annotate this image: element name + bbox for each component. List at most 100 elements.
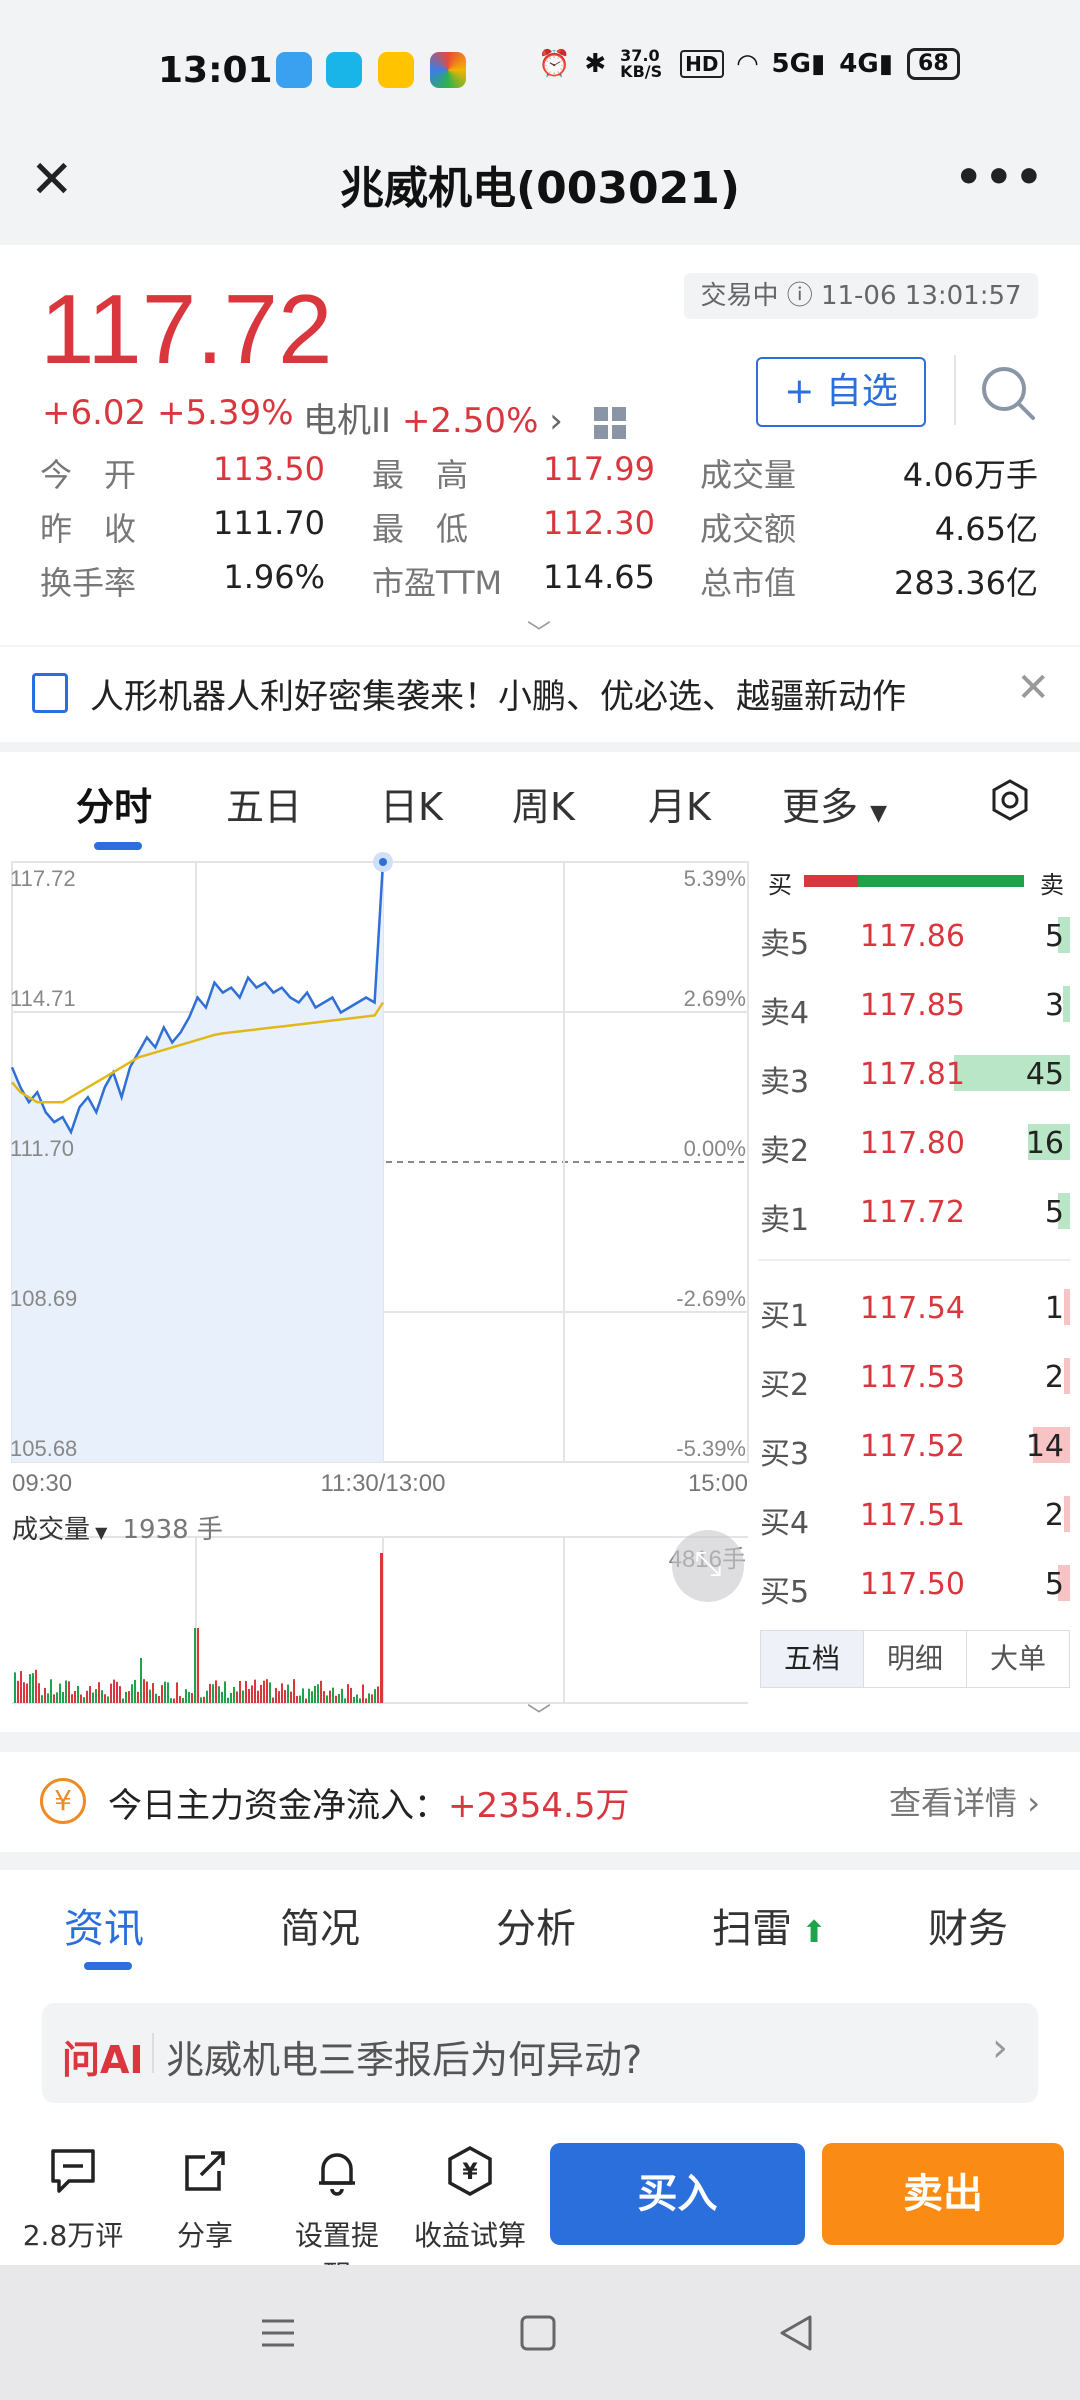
bid-row[interactable]: 买1 117.54 1 bbox=[758, 1279, 1070, 1339]
price-tick-label: 108.69 bbox=[10, 1286, 77, 1311]
volume-bar bbox=[158, 1695, 160, 1703]
volume-bar bbox=[344, 1698, 346, 1703]
back-icon[interactable] bbox=[776, 2313, 816, 2353]
tab-weekly-k[interactable]: 周K bbox=[512, 776, 575, 831]
buy-sell-ratio-bar: 买 卖 bbox=[758, 867, 1070, 899]
alarm-icon: ⏰ bbox=[538, 49, 571, 79]
volume-bar bbox=[323, 1691, 325, 1703]
volume-bar bbox=[50, 1679, 52, 1703]
chevron-right-icon: › bbox=[1027, 1784, 1040, 1822]
time-tick-label: 11:30/13:00 bbox=[320, 1470, 446, 1497]
tab-news[interactable]: 资讯 bbox=[64, 1896, 144, 1954]
fund-flow-row[interactable]: ¥ 今日主力资金净流入：+2354.5万 查看详情 › bbox=[0, 1752, 1080, 1852]
volume-bar bbox=[242, 1690, 244, 1703]
price-tick-label: 105.68 bbox=[10, 1436, 77, 1461]
level-label: 卖4 bbox=[760, 996, 810, 1031]
volume-bar bbox=[362, 1684, 364, 1703]
ask-row[interactable]: 卖4 117.85 3 bbox=[758, 976, 1070, 1036]
volume-bar bbox=[278, 1691, 280, 1703]
active-tab-indicator bbox=[94, 842, 142, 850]
bid-row[interactable]: 买2 117.53 2 bbox=[758, 1348, 1070, 1408]
bid-row[interactable]: 买3 117.52 14 bbox=[758, 1417, 1070, 1477]
add-watchlist-button[interactable]: + 自选 bbox=[756, 357, 926, 427]
volume-bar bbox=[1064, 1358, 1070, 1394]
level-volume: 14 bbox=[1025, 1429, 1064, 1464]
volume-bar bbox=[236, 1691, 238, 1703]
volume-bar bbox=[380, 1553, 383, 1703]
volume-bar bbox=[326, 1695, 328, 1703]
ask-row[interactable]: 卖2 117.80 16 bbox=[758, 1114, 1070, 1174]
fund-flow-text: 今日主力资金净流入：+2354.5万 bbox=[108, 1778, 629, 1827]
price-tick-label: 117.72 bbox=[10, 866, 76, 891]
volume-bar bbox=[335, 1695, 337, 1703]
tab-intraday[interactable]: 分时 bbox=[76, 776, 152, 831]
tab-more[interactable]: 更多 ▼ bbox=[782, 776, 887, 831]
volume-bar bbox=[284, 1690, 286, 1703]
volume-bar bbox=[140, 1658, 142, 1703]
volume-bar bbox=[197, 1628, 199, 1703]
tab-finance[interactable]: 财务 bbox=[928, 1896, 1008, 1954]
level-price: 117.85 bbox=[860, 988, 965, 1023]
volume-bar bbox=[170, 1698, 172, 1703]
bid-row[interactable]: 买5 117.50 5 bbox=[758, 1555, 1070, 1615]
tab-risk-scan[interactable]: 扫雷 ⬆ bbox=[712, 1896, 827, 1954]
stat-label[interactable]: 市盈TTM bbox=[372, 558, 502, 604]
volume-bar bbox=[65, 1680, 67, 1703]
ask-row[interactable]: 卖3 117.81 45 bbox=[758, 1045, 1070, 1105]
sector-link[interactable]: 电机II +2.50% › bbox=[303, 393, 626, 442]
ask-ai-box[interactable]: 问AI 兆威机电三季报后为何异动? › bbox=[42, 2003, 1038, 2103]
volume-value: 1938 手 bbox=[122, 1515, 223, 1545]
menu-icon[interactable] bbox=[258, 2313, 298, 2353]
calc-button[interactable]: ¥ 收益试算 bbox=[412, 2145, 528, 2254]
sell-button[interactable]: 卖出 bbox=[822, 2143, 1064, 2245]
tab-profile[interactable]: 简况 bbox=[280, 1896, 360, 1954]
stat-label: 换手率 bbox=[40, 564, 137, 602]
level-volume: 2 bbox=[1044, 1498, 1064, 1533]
settings-icon[interactable] bbox=[988, 778, 1032, 822]
expand-chevron-icon[interactable]: ﹀ bbox=[527, 613, 551, 648]
view-details-link[interactable]: 查看详情 › bbox=[889, 1778, 1040, 1824]
stat-label[interactable]: 总市值 bbox=[700, 558, 796, 604]
home-icon[interactable] bbox=[518, 2313, 558, 2353]
volume-bar bbox=[251, 1685, 253, 1703]
speed-indicator: 37.0 KB/S bbox=[620, 46, 663, 81]
intraday-chart[interactable]: 117.72 114.71 111.70 108.69 105.68 5.39% 2.69%… bbox=[0, 852, 752, 1467]
tab-monthly-k[interactable]: 月K bbox=[648, 776, 711, 831]
stat-value: 112.30 bbox=[543, 504, 655, 542]
tab-5day[interactable]: 五日 bbox=[226, 776, 302, 831]
volume-bar bbox=[185, 1689, 187, 1703]
comments-label: 2.8万评 bbox=[22, 2219, 124, 2252]
stat-value: 283.36亿 bbox=[894, 564, 1038, 602]
volume-bar bbox=[227, 1697, 229, 1703]
ask-row[interactable]: 卖1 117.72 5 bbox=[758, 1183, 1070, 1243]
tab-five-levels[interactable]: 五档 bbox=[761, 1631, 864, 1687]
volume-bar bbox=[194, 1628, 196, 1703]
share-button[interactable]: 分享 bbox=[150, 2145, 260, 2254]
grid-icon[interactable] bbox=[593, 406, 626, 439]
volume-header[interactable]: 成交量 ▼ 1938 手 bbox=[12, 1509, 223, 1546]
level-label: 买4 bbox=[760, 1506, 810, 1541]
app-icon-message bbox=[326, 52, 362, 88]
news-banner[interactable]: 人形机器人利好密集袭来！小鹏、优必选、越疆新动作 ✕ bbox=[0, 647, 1080, 742]
ask-row[interactable]: 卖5 117.86 5 bbox=[758, 907, 1070, 967]
tab-analysis[interactable]: 分析 bbox=[496, 1896, 576, 1954]
tab-big-orders[interactable]: 大单 bbox=[967, 1631, 1069, 1687]
more-menu-icon[interactable]: ••• bbox=[955, 152, 1045, 203]
chart-collapse-button[interactable]: ⤡ bbox=[672, 1530, 744, 1602]
tab-daily-k[interactable]: 日K bbox=[380, 776, 443, 831]
tab-details[interactable]: 明细 bbox=[864, 1631, 967, 1687]
search-icon[interactable] bbox=[978, 363, 1038, 423]
level-price: 117.52 bbox=[860, 1429, 965, 1464]
volume-bar bbox=[293, 1679, 295, 1703]
chart-section: 分时 五日 日K 周K 月K 更多 ▼ 117.72 114.71 111.70 10… bbox=[0, 752, 1080, 1732]
yuan-hexagon-icon: ¥ bbox=[448, 2146, 492, 2196]
stat-value: 113.50 bbox=[213, 450, 325, 488]
bid-row[interactable]: 买4 117.51 2 bbox=[758, 1486, 1070, 1546]
bar-buy-label: 买 bbox=[768, 871, 792, 899]
bell-icon bbox=[319, 2153, 355, 2196]
comments-button[interactable]: 2.8万评 bbox=[18, 2145, 128, 2254]
expand-chevron-icon[interactable]: ﹀ bbox=[527, 1696, 551, 1731]
close-icon[interactable]: ✕ bbox=[1016, 665, 1050, 711]
volume-bar bbox=[110, 1683, 112, 1703]
buy-button[interactable]: 买入 bbox=[550, 2143, 805, 2245]
